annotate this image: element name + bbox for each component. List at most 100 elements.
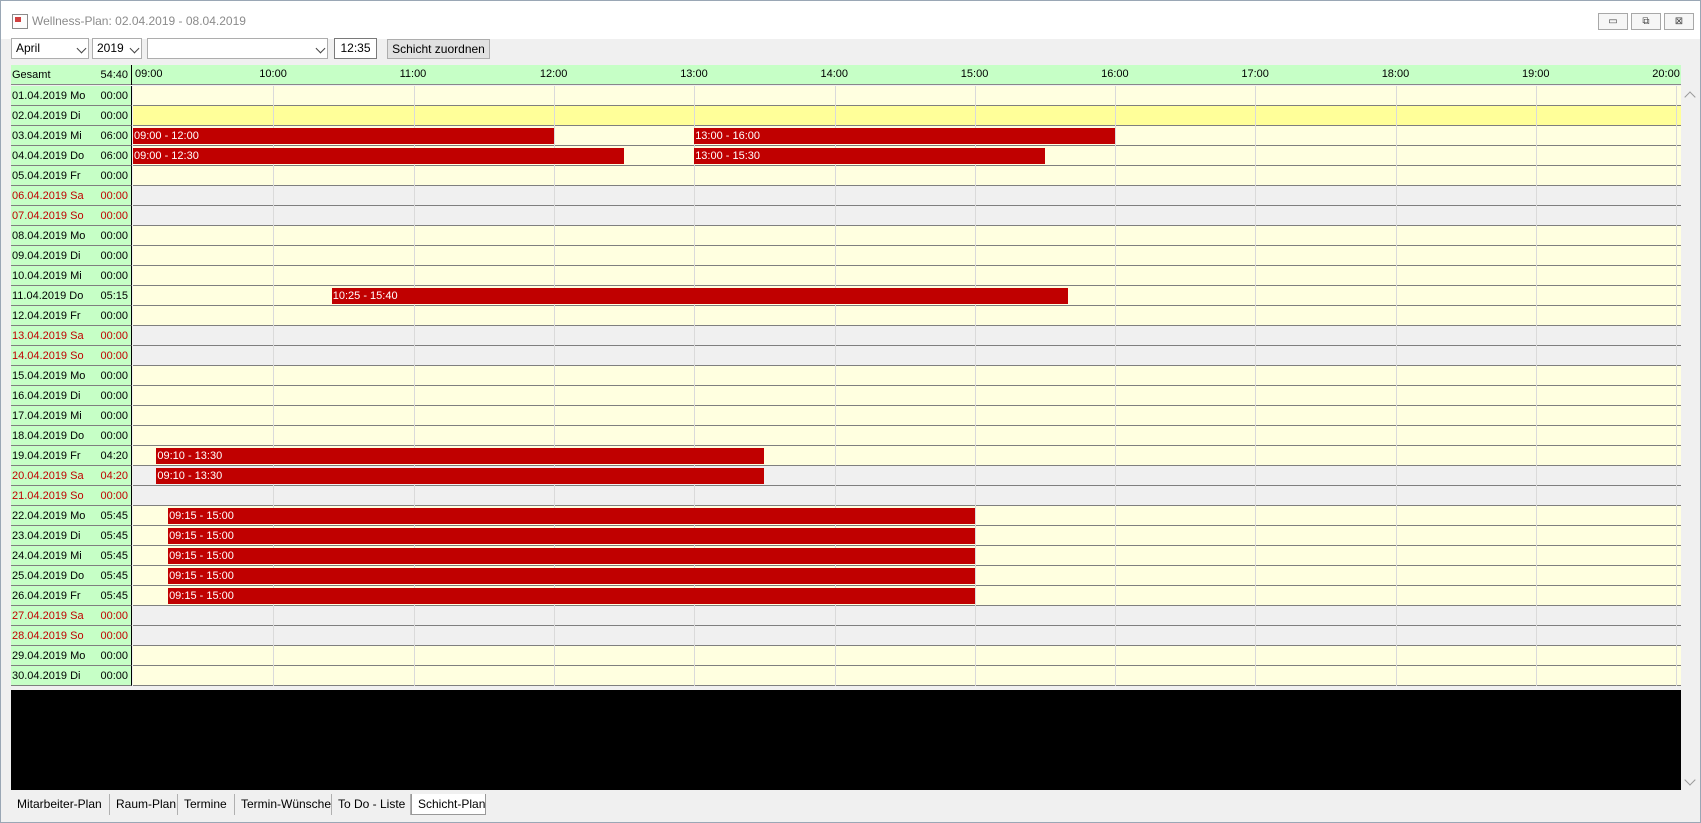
time-field[interactable]: 12:35: [334, 38, 377, 59]
minimize-button[interactable]: ▭: [1598, 13, 1628, 30]
day-row[interactable]: 03.04.2019 Mi 06:00 09:00 - 12:00 13:00 - 1…: [11, 126, 1681, 146]
tab-to-do-liste[interactable]: To Do - Liste: [332, 794, 411, 815]
day-lane[interactable]: 09:15 - 15:00: [133, 526, 1681, 546]
day-cell[interactable]: 20.04.2019 Sa 04:20: [11, 466, 132, 486]
shift-bar[interactable]: 09:15 - 15:00: [168, 548, 975, 564]
day-row[interactable]: 25.04.2019 Do 05:45 09:15 - 15:00: [11, 566, 1681, 586]
day-cell[interactable]: 29.04.2019 Mo 00:00: [11, 646, 132, 666]
day-row[interactable]: 27.04.2019 Sa 00:00: [11, 606, 1681, 626]
day-lane[interactable]: 09:15 - 15:00: [133, 506, 1681, 526]
close-button[interactable]: ⊠: [1664, 13, 1694, 30]
day-cell[interactable]: 28.04.2019 So 00:00: [11, 626, 132, 646]
day-cell[interactable]: 17.04.2019 Mi 00:00: [11, 406, 132, 426]
shift-bar[interactable]: 09:15 - 15:00: [168, 508, 975, 524]
day-cell[interactable]: 27.04.2019 Sa 00:00: [11, 606, 132, 626]
day-lane[interactable]: [133, 326, 1681, 346]
day-lane[interactable]: [133, 626, 1681, 646]
day-lane[interactable]: 09:00 - 12:00 13:00 - 16:00: [133, 126, 1681, 146]
day-lane[interactable]: [133, 166, 1681, 186]
shift-bar[interactable]: 10:25 - 15:40: [331, 288, 1069, 304]
day-lane[interactable]: 09:15 - 15:00: [133, 586, 1681, 606]
vertical-scrollbar[interactable]: [1682, 85, 1699, 792]
tab-schicht-plan[interactable]: Schicht-Plan: [411, 794, 486, 815]
tab-termin-wünsche[interactable]: Termin-Wünsche: [235, 794, 332, 815]
day-row[interactable]: 12.04.2019 Fr 00:00: [11, 306, 1681, 326]
day-cell[interactable]: 01.04.2019 Mo 00:00: [11, 86, 132, 106]
employee-select[interactable]: [147, 38, 328, 59]
day-lane[interactable]: [133, 606, 1681, 626]
assign-shift-button[interactable]: Schicht zuordnen: [387, 39, 490, 59]
day-lane[interactable]: [133, 426, 1681, 446]
tab-mitarbeiter-plan[interactable]: Mitarbeiter-Plan: [11, 794, 110, 815]
day-row[interactable]: 15.04.2019 Mo 00:00: [11, 366, 1681, 386]
shift-bar[interactable]: 09:15 - 15:00: [168, 588, 975, 604]
day-lane[interactable]: [133, 206, 1681, 226]
day-row[interactable]: 19.04.2019 Fr 04:20 09:10 - 13:30: [11, 446, 1681, 466]
day-lane[interactable]: 09:10 - 13:30: [133, 446, 1681, 466]
restore-button[interactable]: ⧉: [1631, 13, 1661, 30]
day-cell[interactable]: 25.04.2019 Do 05:45: [11, 566, 132, 586]
day-row[interactable]: 22.04.2019 Mo 05:45 09:15 - 15:00: [11, 506, 1681, 526]
shift-bar[interactable]: 09:15 - 15:00: [168, 528, 975, 544]
day-cell[interactable]: 26.04.2019 Fr 05:45: [11, 586, 132, 606]
shift-bar[interactable]: 13:00 - 16:00: [694, 128, 1116, 144]
day-lane[interactable]: [133, 266, 1681, 286]
day-lane[interactable]: [133, 646, 1681, 666]
day-row[interactable]: 11.04.2019 Do 05:15 10:25 - 15:40: [11, 286, 1681, 306]
day-row[interactable]: 14.04.2019 So 00:00: [11, 346, 1681, 366]
day-row[interactable]: 30.04.2019 Di 00:00: [11, 666, 1681, 686]
day-cell[interactable]: 02.04.2019 Di 00:00: [11, 106, 132, 126]
day-cell[interactable]: 11.04.2019 Do 05:15: [11, 286, 132, 306]
day-cell[interactable]: 15.04.2019 Mo 00:00: [11, 366, 132, 386]
day-row[interactable]: 20.04.2019 Sa 04:20 09:10 - 13:30: [11, 466, 1681, 486]
day-row[interactable]: 29.04.2019 Mo 00:00: [11, 646, 1681, 666]
shift-bar[interactable]: 09:10 - 13:30: [156, 468, 765, 484]
day-cell[interactable]: 23.04.2019 Di 05:45: [11, 526, 132, 546]
day-row[interactable]: 18.04.2019 Do 00:00: [11, 426, 1681, 446]
day-lane[interactable]: [133, 186, 1681, 206]
day-cell[interactable]: 19.04.2019 Fr 04:20: [11, 446, 132, 466]
day-cell[interactable]: 08.04.2019 Mo 00:00: [11, 226, 132, 246]
day-row[interactable]: 21.04.2019 So 00:00: [11, 486, 1681, 506]
shift-bar[interactable]: 09:00 - 12:30: [133, 148, 625, 164]
day-cell[interactable]: 06.04.2019 Sa 00:00: [11, 186, 132, 206]
day-lane[interactable]: [133, 306, 1681, 326]
year-select[interactable]: 2019: [92, 38, 142, 59]
shift-bar[interactable]: 09:10 - 13:30: [156, 448, 765, 464]
day-lane[interactable]: [133, 386, 1681, 406]
day-lane[interactable]: [133, 226, 1681, 246]
day-cell[interactable]: 12.04.2019 Fr 00:00: [11, 306, 132, 326]
day-row[interactable]: 09.04.2019 Di 00:00: [11, 246, 1681, 266]
day-cell[interactable]: 24.04.2019 Mi 05:45: [11, 546, 132, 566]
day-row[interactable]: 05.04.2019 Fr 00:00: [11, 166, 1681, 186]
day-cell[interactable]: 14.04.2019 So 00:00: [11, 346, 132, 366]
scroll-up-icon[interactable]: [1684, 91, 1696, 103]
day-cell[interactable]: 05.04.2019 Fr 00:00: [11, 166, 132, 186]
day-cell[interactable]: 30.04.2019 Di 00:00: [11, 666, 132, 686]
day-lane[interactable]: 09:15 - 15:00: [133, 566, 1681, 586]
day-cell[interactable]: 09.04.2019 Di 00:00: [11, 246, 132, 266]
day-lane[interactable]: 09:15 - 15:00: [133, 546, 1681, 566]
day-lane[interactable]: [133, 406, 1681, 426]
tab-raum-plan[interactable]: Raum-Plan: [110, 794, 178, 815]
day-lane[interactable]: [133, 666, 1681, 686]
day-lane[interactable]: 09:10 - 13:30: [133, 466, 1681, 486]
shift-bar[interactable]: 09:15 - 15:00: [168, 568, 975, 584]
scroll-down-icon[interactable]: [1684, 774, 1696, 786]
tab-termine[interactable]: Termine: [178, 794, 235, 815]
day-cell[interactable]: 04.04.2019 Do 06:00: [11, 146, 132, 166]
day-lane[interactable]: [133, 346, 1681, 366]
month-select[interactable]: April: [11, 38, 89, 59]
day-lane[interactable]: [133, 366, 1681, 386]
day-row[interactable]: 26.04.2019 Fr 05:45 09:15 - 15:00: [11, 586, 1681, 606]
day-cell[interactable]: 13.04.2019 Sa 00:00: [11, 326, 132, 346]
day-row[interactable]: 02.04.2019 Di 00:00: [11, 106, 1681, 126]
day-lane[interactable]: [133, 486, 1681, 506]
day-cell[interactable]: 22.04.2019 Mo 05:45: [11, 506, 132, 526]
day-row[interactable]: 16.04.2019 Di 00:00: [11, 386, 1681, 406]
day-lane[interactable]: [133, 86, 1681, 106]
day-cell[interactable]: 21.04.2019 So 00:00: [11, 486, 132, 506]
day-cell[interactable]: 16.04.2019 Di 00:00: [11, 386, 132, 406]
day-row[interactable]: 07.04.2019 So 00:00: [11, 206, 1681, 226]
day-row[interactable]: 01.04.2019 Mo 00:00: [11, 86, 1681, 106]
